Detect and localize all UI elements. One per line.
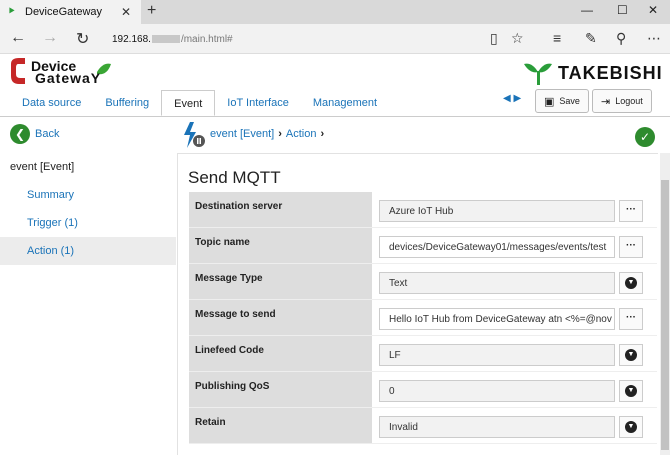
- devicegateway-logo: Device GatewaY: [7, 56, 117, 90]
- back-arrow-icon[interactable]: ←: [10, 29, 26, 47]
- ellipsis-icon: ···: [626, 204, 636, 215]
- chevron-down-icon: ▼: [625, 421, 637, 433]
- field-label: Message to send: [189, 300, 372, 336]
- address-bar[interactable]: 192.168. /main.html#: [112, 30, 482, 48]
- url-host: 192.168.: [112, 33, 151, 45]
- save-icon: ▣: [544, 95, 555, 108]
- chevron-down-icon: ▼: [625, 277, 637, 289]
- logout-button-label: Logout: [615, 96, 643, 106]
- form-row: Topic name devices/DeviceGateway01/messa…: [189, 228, 657, 264]
- message-to-send-field[interactable]: Hello IoT Hub from DeviceGateway atn <%=…: [379, 308, 615, 330]
- refresh-icon[interactable]: ↻: [76, 29, 89, 49]
- form-row: Message to send Hello IoT Hub from Devic…: [189, 300, 657, 336]
- dropdown-button[interactable]: ▼: [619, 380, 643, 402]
- browser-navbar: ← → ↻ 192.168. /main.html# ▯ ☆ ≡ ✎ ⚲ ⋯: [0, 24, 670, 54]
- back-label: Back: [35, 128, 60, 140]
- brand-text: TAKEBISHI: [558, 63, 663, 83]
- hub-icon[interactable]: ≡: [553, 30, 561, 46]
- breadcrumb: event [Event] › Action ›: [210, 128, 328, 140]
- app-tabs: Data source Buffering Event IoT Interfac…: [10, 90, 389, 116]
- field-label: Destination server: [189, 192, 372, 228]
- back-circle-icon: ❮: [10, 124, 30, 144]
- sidebar-item-summary[interactable]: Summary: [0, 181, 176, 209]
- dropdown-button[interactable]: ▼: [619, 344, 643, 366]
- field-label: Topic name: [189, 228, 372, 264]
- logo-text-line2: GatewaY: [35, 70, 102, 86]
- chevron-right-icon: ›: [320, 128, 325, 140]
- form-row: Linefeed Code LF ▼: [189, 336, 657, 372]
- form-row: Publishing QoS 0 ▼: [189, 372, 657, 408]
- tab-management[interactable]: Management: [301, 90, 389, 116]
- back-link[interactable]: ❮ Back: [10, 124, 59, 144]
- save-button[interactable]: ▣ Save: [535, 89, 589, 113]
- panel-title: Send MQTT: [188, 168, 281, 187]
- chevron-down-icon: ▼: [625, 385, 637, 397]
- url-path: /main.html#: [180, 33, 233, 45]
- browser-tab[interactable]: ⯈ DeviceGateway ✕: [0, 0, 141, 24]
- retain-select[interactable]: Invalid: [379, 416, 615, 438]
- browse-button[interactable]: ···: [619, 236, 643, 258]
- forward-arrow-icon[interactable]: →: [42, 29, 58, 47]
- maximize-icon[interactable]: ☐: [617, 3, 628, 17]
- destination-server-field[interactable]: Azure IoT Hub: [379, 200, 615, 222]
- dropdown-button[interactable]: ▼: [619, 272, 643, 294]
- logout-button[interactable]: ⇥ Logout: [592, 89, 652, 113]
- browser-tab-title: DeviceGateway: [25, 6, 103, 18]
- chevron-down-icon: ▼: [625, 349, 637, 361]
- form-row: Retain Invalid ▼: [189, 408, 657, 444]
- save-button-label: Save: [559, 96, 580, 106]
- browse-button[interactable]: ···: [619, 200, 643, 222]
- event-action-icon: [184, 122, 205, 148]
- sidebar-header: event [Event]: [10, 161, 75, 173]
- breadcrumb-event-type[interactable]: [Event]: [240, 128, 274, 140]
- share-icon[interactable]: ⚲: [616, 30, 626, 47]
- minimize-icon[interactable]: —: [581, 3, 593, 17]
- ellipsis-icon: ···: [626, 240, 636, 251]
- topic-name-field[interactable]: devices/DeviceGateway01/messages/events/…: [379, 236, 615, 258]
- panel-scrollbar[interactable]: [660, 153, 670, 455]
- breadcrumb-event[interactable]: event: [210, 128, 237, 140]
- scrollbar-thumb[interactable]: [661, 180, 669, 450]
- tab-iot-interface[interactable]: IoT Interface: [215, 90, 301, 116]
- reading-view-icon[interactable]: ▯: [490, 30, 498, 47]
- favicon-icon: ⯈: [7, 6, 16, 18]
- dropdown-button[interactable]: ▼: [619, 416, 643, 438]
- more-icon[interactable]: ⋯: [647, 30, 661, 47]
- tab-data-source[interactable]: Data source: [10, 90, 93, 116]
- close-window-icon[interactable]: ✕: [648, 3, 658, 17]
- new-tab-button[interactable]: +: [147, 2, 156, 20]
- url-redacted: [151, 35, 180, 43]
- close-tab-icon[interactable]: ✕: [121, 5, 131, 19]
- layout-arrows-icon[interactable]: ◀ ▶: [503, 93, 521, 104]
- check-icon[interactable]: ✓: [635, 127, 655, 147]
- sidebar-item-trigger[interactable]: Trigger (1): [0, 209, 176, 237]
- sidebar: event [Event] Summary Trigger (1) Action…: [0, 152, 176, 455]
- app-header: Device GatewaY TAKEBISHI: [0, 54, 670, 90]
- action-panel: Send MQTT Destination server Azure IoT H…: [177, 153, 658, 455]
- takebishi-logo: TAKEBISHI: [520, 58, 665, 88]
- form-row: Destination server Azure IoT Hub ···: [189, 192, 657, 228]
- web-note-icon[interactable]: ✎: [585, 30, 597, 47]
- tab-event[interactable]: Event: [161, 90, 216, 116]
- browse-button[interactable]: ···: [619, 308, 643, 330]
- browser-tabbar: ⯈ DeviceGateway ✕ + — ☐ ✕: [0, 0, 670, 24]
- logout-icon: ⇥: [601, 95, 611, 108]
- publishing-qos-select[interactable]: 0: [379, 380, 615, 402]
- brand-leaf-icon: [524, 63, 552, 85]
- chevron-right-icon: ›: [278, 128, 282, 140]
- ellipsis-icon: ···: [626, 312, 636, 323]
- tab-buffering[interactable]: Buffering: [93, 90, 161, 116]
- message-type-select[interactable]: Text: [379, 272, 615, 294]
- field-label: Publishing QoS: [189, 372, 372, 408]
- breadcrumb-action[interactable]: Action: [286, 128, 317, 140]
- field-label: Linefeed Code: [189, 336, 372, 372]
- field-label: Retain: [189, 408, 372, 444]
- sidebar-item-action[interactable]: Action (1): [0, 237, 176, 265]
- linefeed-code-select[interactable]: LF: [379, 344, 615, 366]
- field-label: Message Type: [189, 264, 372, 300]
- tab-divider: [0, 116, 670, 117]
- form-row: Message Type Text ▼: [189, 264, 657, 300]
- mqtt-form: Destination server Azure IoT Hub ··· Top…: [189, 192, 657, 444]
- favorite-star-icon[interactable]: ☆: [511, 30, 524, 47]
